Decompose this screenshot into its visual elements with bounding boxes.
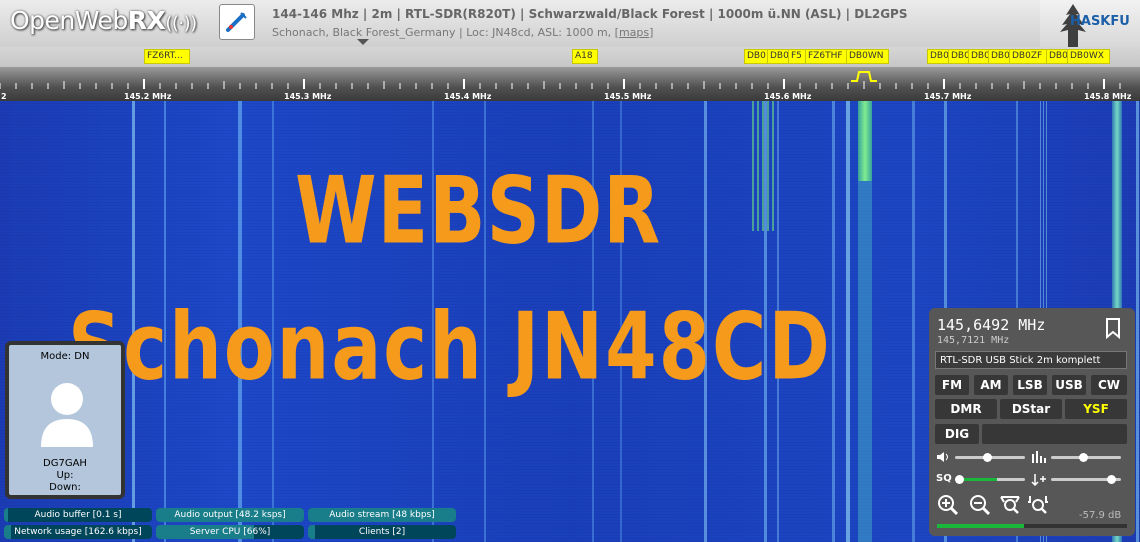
audio-stream-bar: Audio stream [48 kbps] [308, 508, 456, 522]
smeter-value: -57.9 dB [1079, 510, 1122, 521]
mode-am-button[interactable]: AM [974, 375, 1008, 395]
clients-bar: Clients [2] [308, 525, 456, 539]
receiver-location: Schonach, Black Forest_Germany | Loc: JN… [272, 26, 619, 39]
scale-label-145-3: 145.3 MHz [284, 92, 332, 101]
volume-icon [937, 452, 948, 462]
mode-dmr-button[interactable]: DMR [935, 399, 997, 419]
gain-slider-knob[interactable] [1106, 475, 1116, 484]
digital-down-label: Down: [49, 482, 81, 493]
tuning-filter-icon[interactable] [849, 69, 879, 83]
receiver-location-end: ] [649, 26, 654, 39]
profile-select[interactable]: RTL-SDR USB Stick 2m komplett [935, 351, 1127, 369]
radio-waves-icon: ((·)) [165, 13, 197, 34]
scale-label-145-8: 145.8 MHz [1084, 92, 1132, 101]
bookmark-db0wn[interactable]: DB0WN [846, 49, 889, 64]
digital-submode-select[interactable] [982, 424, 1127, 444]
noise-reduction-icon [1032, 451, 1046, 463]
frequency-scale[interactable]: 2 145.2 MHz 145.3 MHz 145.4 MHz 145.5 MH… [0, 67, 1140, 101]
logo-rx: RX [127, 6, 166, 35]
audio-stream-label: Audio stream [48 kbps] [329, 510, 435, 520]
scale-label-145-4: 145.4 MHz [444, 92, 492, 101]
scale-label-145-7: 145.7 MHz [924, 92, 972, 101]
signal-trace [912, 101, 915, 542]
squelch-slider-knob[interactable] [954, 475, 964, 484]
scale-label-145-2: 145.2 MHz [124, 92, 172, 101]
signal-trace [858, 181, 872, 542]
audio-output-bar: Audio output [48.2 ksps] [156, 508, 304, 522]
bookmark-db0zf[interactable]: DB0ZF [1009, 49, 1049, 64]
network-usage-label: Network usage [162.6 kbps] [14, 527, 142, 537]
logo-open: Open [10, 6, 75, 35]
receiver-title: 144-146 Mhz | 2m | RTL-SDR(R820T) | Schw… [272, 7, 908, 21]
bookmark-a18[interactable]: A18 [572, 49, 598, 64]
audio-buffer-label: Audio buffer [0.1 s] [34, 510, 122, 520]
mode-ysf-button[interactable]: YSF [1065, 399, 1127, 419]
digital-voice-panel: Mode: DN DG7GAH Up: Down: [5, 341, 125, 499]
maps-link[interactable]: maps [619, 26, 649, 39]
bookmark-icon[interactable] [1104, 317, 1122, 339]
scale-label-145-5: 145.5 MHz [604, 92, 652, 101]
signal-burst [858, 101, 872, 181]
server-cpu-label: Server CPU [66%] [189, 527, 271, 537]
network-usage-bar: Network usage [162.6 kbps] [4, 525, 152, 539]
receiver-description: Schonach, Black Forest_Germany | Loc: JN… [272, 26, 653, 39]
noise-reduction-slider-knob[interactable] [1078, 453, 1088, 462]
mode-dstar-button[interactable]: DStar [1000, 399, 1062, 419]
signal-trace [846, 101, 850, 542]
mode-lsb-button[interactable]: LSB [1013, 375, 1047, 395]
digital-mode-label: Mode: DN [40, 351, 90, 362]
scale-label-145-6: 145.6 MHz [764, 92, 812, 101]
header-bar: OpenWebRX((·)) 144-146 Mhz | 2m | RTL-SD… [0, 0, 1140, 47]
zoom-fit-icon[interactable] [1027, 494, 1049, 516]
gain-icon [1031, 474, 1046, 486]
volume-slider-knob[interactable] [982, 453, 992, 462]
zoom-in-icon[interactable] [937, 494, 959, 516]
digital-up-label: Up: [56, 470, 74, 481]
squelch-slider[interactable] [955, 478, 1025, 481]
clients-label: Clients [2] [358, 527, 406, 537]
squelch-label: SQ [936, 473, 952, 484]
mode-cw-button[interactable]: CW [1091, 375, 1127, 395]
watermark-schonach: Schonach JN48CD [68, 293, 832, 401]
bookmark-fz6thf[interactable]: FZ6THF [805, 49, 849, 64]
mouse-frequency-display: 145,7121 MHz [937, 335, 1010, 346]
openwebrx-logo[interactable]: OpenWebRX((·)) [10, 6, 197, 35]
bookmark-fz6rt[interactable]: FZ6RT... [144, 49, 190, 64]
bookmark-db0wx[interactable]: DB0WX [1067, 49, 1110, 64]
audio-buffer-bar: Audio buffer [0.1 s] [4, 508, 152, 522]
antenna-tool-icon [224, 9, 250, 35]
callsign: DG7GAH [43, 458, 87, 469]
bookmark-bar: FZ6RT... A18 DB0 DB0 F5 FZ6THF DB0WN DB0… [0, 47, 1140, 67]
server-cpu-bar: Server CPU [66%] [156, 525, 304, 539]
zoom-out-icon[interactable] [969, 494, 991, 516]
mode-usb-button[interactable]: USB [1052, 375, 1086, 395]
receiver-avatar-button[interactable] [219, 4, 255, 40]
smeter-bar [937, 524, 1127, 528]
zoom-reset-icon[interactable] [999, 494, 1021, 516]
header-collapse-arrow-icon[interactable] [357, 39, 369, 45]
smeter-fill [937, 524, 1025, 528]
frequency-display[interactable]: 145,6492 MHz [937, 316, 1045, 334]
user-avatar-icon [41, 383, 93, 447]
scale-left-label: 2 [1, 92, 7, 101]
signal-trace [1136, 101, 1139, 542]
sponsor-text: HASKFU [1070, 14, 1130, 29]
signal-burst [752, 101, 774, 231]
mode-fm-button[interactable]: FM [935, 375, 969, 395]
logo-web: Web [74, 6, 129, 35]
mode-dig-button[interactable]: DIG [935, 424, 979, 444]
audio-output-label: Audio output [48.2 ksps] [174, 510, 286, 520]
receiver-control-panel: 145,6492 MHz 145,7121 MHz RTL-SDR USB St… [929, 308, 1135, 536]
watermark-websdr: WEBSDR [295, 157, 662, 265]
signal-trace [832, 101, 835, 542]
